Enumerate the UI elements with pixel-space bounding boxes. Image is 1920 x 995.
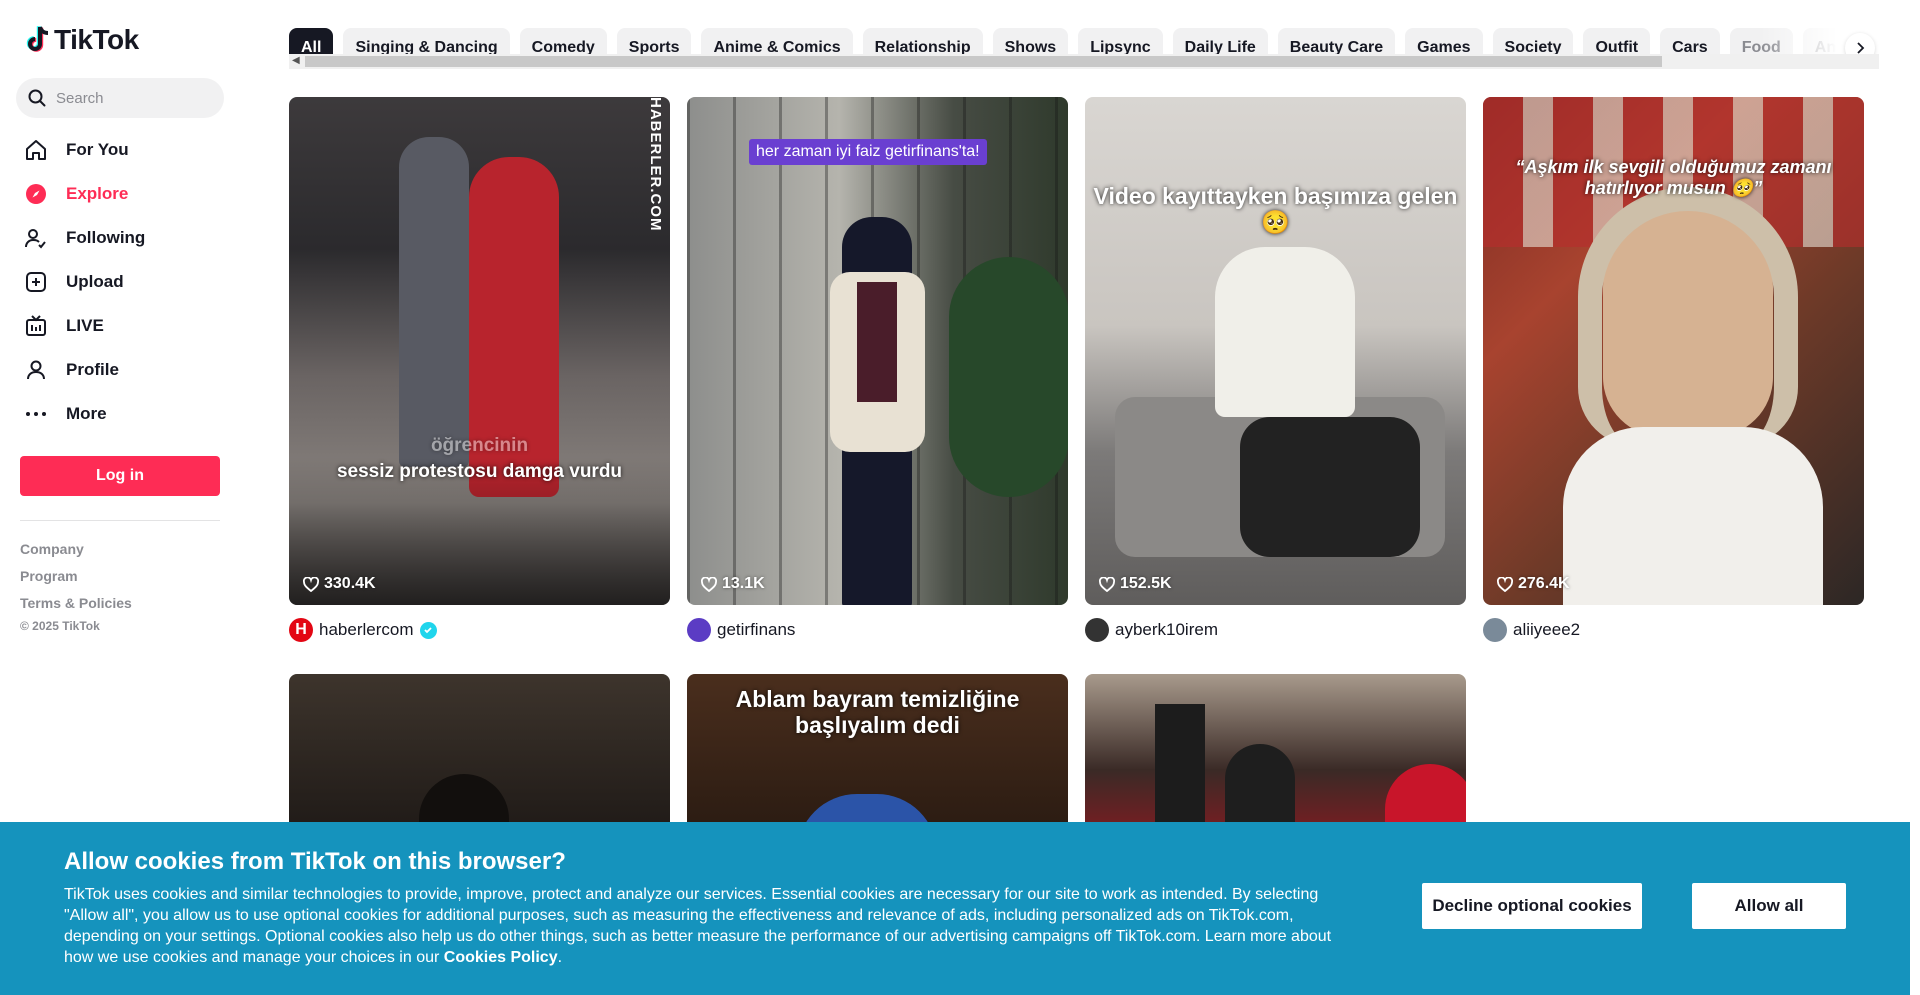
video-card[interactable]: “Aşkım ilk sevgili olduğumuz zamanı hatı… — [1483, 97, 1864, 643]
heart-icon — [1497, 576, 1513, 592]
page-scrollbar[interactable] — [1910, 0, 1920, 995]
video-likes: 152.5K — [1099, 575, 1172, 593]
search-icon — [28, 89, 46, 107]
video-author[interactable]: ayberk10irem — [1085, 617, 1466, 643]
video-likes: 13.1K — [701, 575, 765, 593]
logo-wordmark: TikTok — [54, 24, 139, 55]
video-card[interactable]: her zaman iyi faiz getirfinans'ta! 13.1K… — [687, 97, 1068, 643]
live-icon — [22, 312, 50, 340]
nav-label: For You — [66, 140, 129, 159]
nav-label: More — [66, 404, 107, 423]
tiktok-logo[interactable]: TikTok — [24, 24, 139, 56]
cookie-title: Allow cookies from TikTok on this browse… — [64, 848, 566, 875]
scroll-left-icon[interactable]: ◀ — [292, 55, 300, 66]
video-author[interactable]: aliiyeee2 — [1483, 617, 1864, 643]
video-caption: sessiz protestosu damga vurdu — [336, 461, 623, 482]
category-scrollbar[interactable]: ◀ — [289, 54, 1879, 69]
sidebar-divider — [20, 520, 220, 521]
allow-all-cookies-button[interactable]: Allow all — [1692, 883, 1846, 929]
video-thumbnail[interactable] — [1085, 674, 1466, 834]
video-card[interactable] — [1085, 674, 1466, 834]
video-thumbnail[interactable]: “Aşkım ilk sevgili olduğumuz zamanı hatı… — [1483, 97, 1864, 605]
video-likes: 330.4K — [303, 575, 376, 593]
copyright: © 2025 TikTok — [20, 619, 100, 633]
video-caption: her zaman iyi faiz getirfinans'ta! — [749, 139, 987, 165]
cookies-policy-link[interactable]: Cookies Policy — [444, 949, 558, 966]
decline-cookies-button[interactable]: Decline optional cookies — [1422, 883, 1642, 929]
video-caption: Ablam bayram temizliğine başlıyalım dedi — [735, 686, 1020, 739]
footer-link-program[interactable]: Program — [20, 565, 132, 592]
verified-icon — [419, 621, 437, 639]
following-icon — [22, 224, 50, 252]
author-name: aliiyeee2 — [1513, 620, 1581, 639]
avatar — [1483, 618, 1507, 642]
nav-item-profile[interactable]: Profile — [16, 348, 224, 392]
likes-count: 13.1K — [722, 575, 765, 592]
heart-icon — [701, 576, 717, 592]
nav-label: Explore — [66, 184, 129, 203]
author-name: ayberk10irem — [1115, 620, 1218, 639]
cookie-body-text: TikTok uses cookies and similar technolo… — [64, 886, 1332, 966]
video-card[interactable]: HABERLER.COM öğrencinin sessiz protestos… — [289, 97, 670, 643]
nav-label: Upload — [66, 272, 124, 291]
search-box[interactable] — [16, 78, 224, 118]
video-caption: Video kayıttayken başımıza gelen 🥺 — [1093, 183, 1458, 236]
nav-label: Profile — [66, 360, 119, 379]
video-thumbnail[interactable]: Video kayıttayken başımıza gelen 🥺 152.5… — [1085, 97, 1466, 605]
likes-count: 276.4K — [1518, 575, 1570, 592]
nav-label: Following — [66, 228, 146, 247]
search-input[interactable] — [56, 89, 206, 107]
login-button[interactable]: Log in — [20, 456, 220, 496]
author-name: haberlercom — [319, 620, 414, 639]
video-author[interactable]: H haberlercom — [289, 617, 670, 643]
cookie-banner: Allow cookies from TikTok on this browse… — [0, 822, 1910, 995]
likes-count: 330.4K — [324, 575, 376, 592]
chevron-right-icon — [1857, 42, 1865, 54]
nav-item-more[interactable]: More — [16, 392, 224, 436]
footer-link-company[interactable]: Company — [20, 538, 132, 565]
more-icon — [22, 400, 50, 428]
video-likes: 276.4K — [1497, 575, 1570, 593]
tiktok-note-icon — [26, 26, 49, 52]
video-card[interactable]: Ablam bayram temizliğine başlıyalım dedi — [687, 674, 1068, 834]
video-thumbnail[interactable]: her zaman iyi faiz getirfinans'ta! 13.1K — [687, 97, 1068, 605]
nav-item-for-you[interactable]: For You — [16, 128, 224, 172]
main-nav: For You Explore Following Upload LIVE Pr… — [16, 128, 224, 436]
footer-links: Company Program Terms & Policies — [20, 538, 132, 619]
heart-icon — [1099, 576, 1115, 592]
avatar: H — [289, 618, 313, 642]
likes-count: 152.5K — [1120, 575, 1172, 592]
video-card[interactable]: Video kayıttayken başımıza gelen 🥺 152.5… — [1085, 97, 1466, 643]
video-caption: “Aşkım ilk sevgili olduğumuz zamanı hatı… — [1515, 157, 1832, 198]
upload-icon — [22, 268, 50, 296]
nav-item-explore[interactable]: Explore — [16, 172, 224, 216]
video-thumbnail[interactable]: HABERLER.COM öğrencinin sessiz protestos… — [289, 97, 670, 605]
scrollbar-thumb[interactable] — [305, 56, 1662, 67]
avatar — [687, 618, 711, 642]
compass-icon — [22, 180, 50, 208]
video-card[interactable] — [289, 674, 670, 834]
profile-icon — [22, 356, 50, 384]
nav-item-live[interactable]: LIVE — [16, 304, 224, 348]
nav-item-upload[interactable]: Upload — [16, 260, 224, 304]
heart-icon — [303, 576, 319, 592]
video-thumbnail[interactable]: Ablam bayram temizliğine başlıyalım dedi — [687, 674, 1068, 834]
footer-link-terms[interactable]: Terms & Policies — [20, 592, 132, 619]
avatar — [1085, 618, 1109, 642]
author-name: getirfinans — [717, 620, 796, 639]
home-icon — [22, 136, 50, 164]
video-watermark: HABERLER.COM — [647, 97, 664, 232]
nav-label: LIVE — [66, 316, 104, 335]
video-author[interactable]: getirfinans — [687, 617, 1068, 643]
nav-item-following[interactable]: Following — [16, 216, 224, 260]
video-caption-faint: öğrencinin — [430, 435, 529, 456]
cookie-body: TikTok uses cookies and similar technolo… — [64, 886, 1332, 966]
video-thumbnail[interactable] — [289, 674, 670, 834]
